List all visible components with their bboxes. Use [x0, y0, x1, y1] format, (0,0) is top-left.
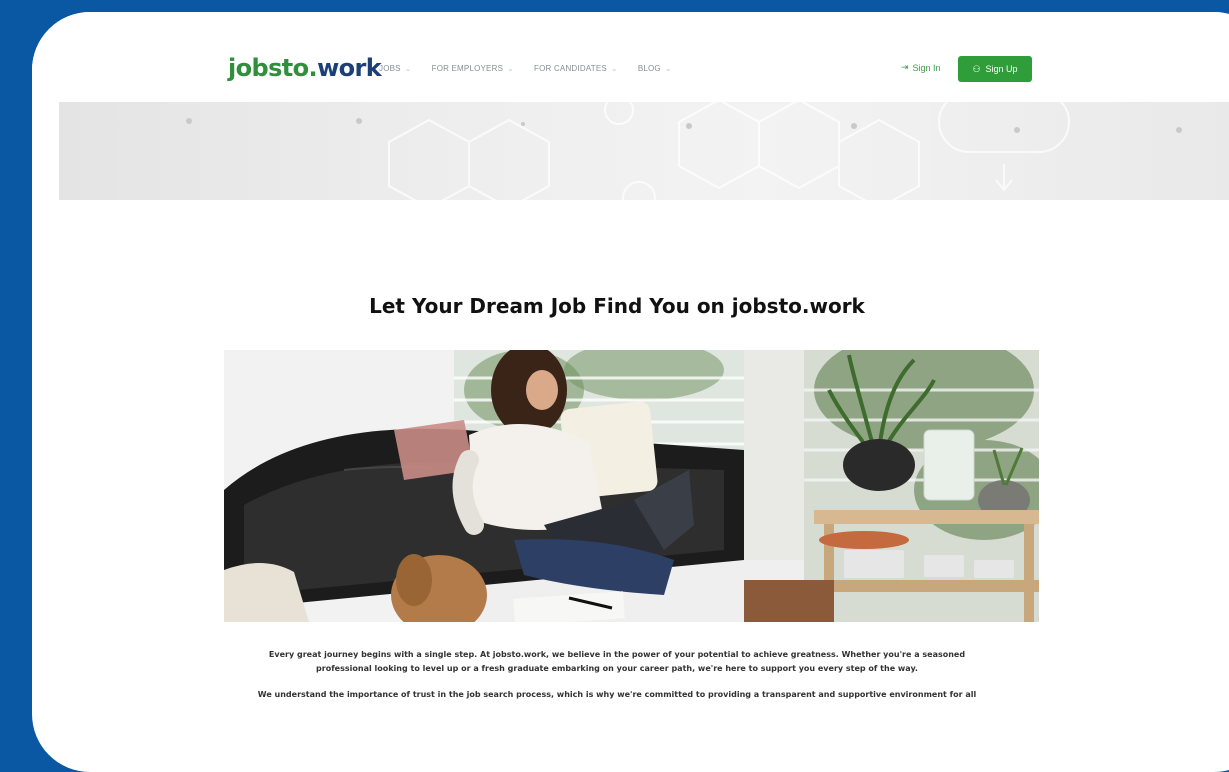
logo[interactable]: jobsto.work — [228, 54, 382, 82]
trust-paragraph-line1: We understand the importance of trust in… — [257, 690, 977, 699]
sign-up-button[interactable]: ⚇ Sign Up — [958, 56, 1032, 82]
nav-for-candidates-label: FOR CANDIDATES — [534, 64, 607, 73]
logo-dot: . — [308, 54, 318, 82]
intro-paragraph-line1: Every great journey begins with a single… — [268, 650, 966, 659]
nav-jobs-label: JOBS — [379, 64, 401, 73]
chevron-down-icon: ⌄ — [404, 64, 412, 73]
logo-part1: jobsto — [228, 54, 309, 82]
hero-photo — [224, 350, 1039, 622]
intro-paragraph: Every great journey begins with a single… — [32, 648, 1202, 676]
user-add-icon: ⚇ — [972, 63, 981, 74]
browser-frame: jobsto.work JOBS ⌄ FOR EMPLOYERS ⌄ FOR C… — [32, 12, 1229, 772]
sign-in-label: Sign In — [912, 62, 941, 73]
banner-pattern — [186, 102, 1182, 200]
page-title: Let Your Dream Job Find You on jobsto.wo… — [369, 294, 865, 318]
sign-up-label: Sign Up — [985, 64, 1018, 74]
nav-blog-label: BLOG — [637, 64, 661, 73]
nav-for-candidates[interactable]: FOR CANDIDATES ⌄ — [534, 64, 618, 73]
hero-banner — [59, 102, 1229, 200]
chevron-down-icon: ⌄ — [610, 64, 618, 73]
sign-in-icon: ⇥ — [901, 62, 909, 72]
nav-jobs[interactable]: JOBS ⌄ — [379, 64, 412, 73]
main-nav: JOBS ⌄ FOR EMPLOYERS ⌄ FOR CANDIDATES ⌄ … — [379, 64, 672, 73]
header: jobsto.work JOBS ⌄ FOR EMPLOYERS ⌄ FOR C… — [32, 12, 1229, 102]
sign-in-link[interactable]: ⇥ Sign In — [901, 62, 941, 73]
logo-part2: work — [317, 54, 382, 82]
intro-paragraph-line2: professional looking to level up or a fr… — [316, 664, 918, 673]
nav-for-employers-label: FOR EMPLOYERS — [431, 64, 504, 73]
trust-paragraph: We understand the importance of trust in… — [32, 688, 1202, 702]
chevron-down-icon: ⌄ — [664, 64, 672, 73]
nav-for-employers[interactable]: FOR EMPLOYERS ⌄ — [432, 64, 514, 73]
woman-with-laptop-illustration — [224, 350, 1039, 622]
nav-blog[interactable]: BLOG ⌄ — [638, 64, 672, 73]
chevron-down-icon: ⌄ — [507, 64, 515, 73]
